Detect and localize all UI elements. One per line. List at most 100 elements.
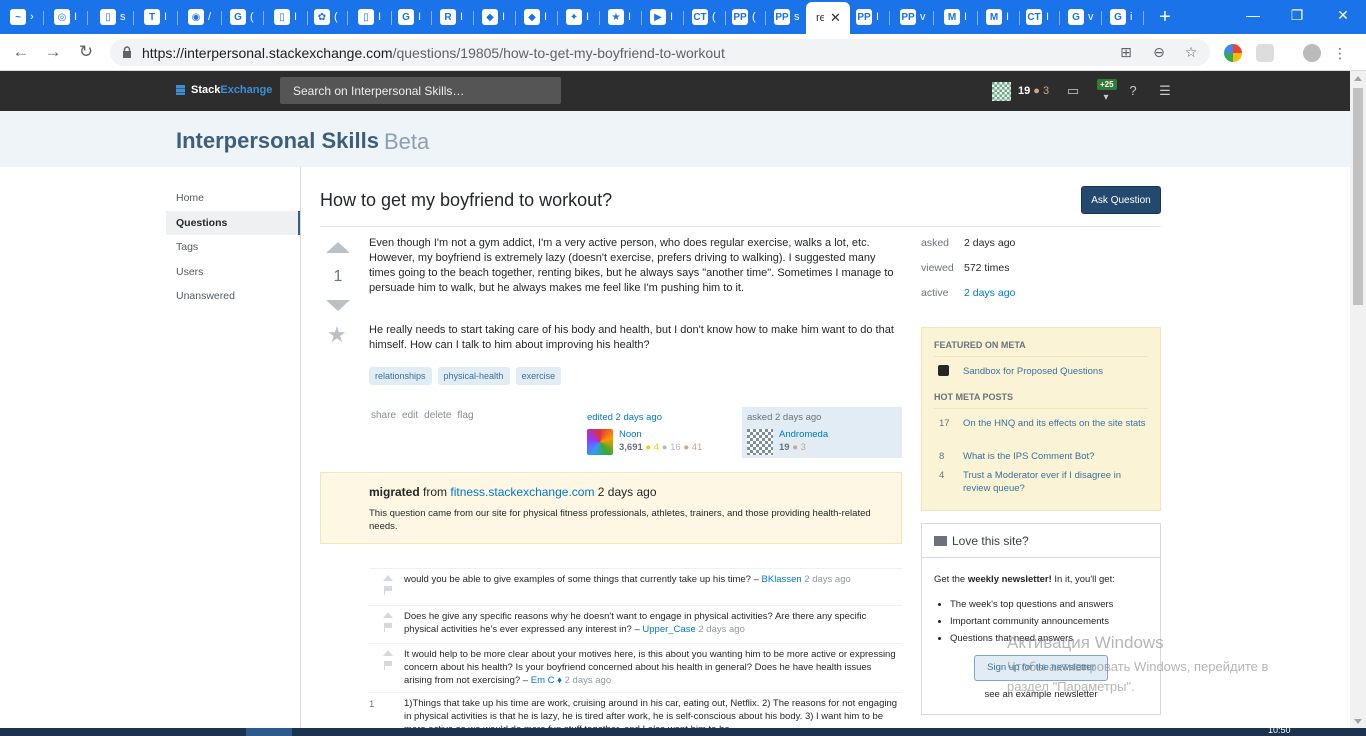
back-icon[interactable]: ← bbox=[11, 42, 31, 62]
extension-2-icon[interactable] bbox=[1256, 44, 1274, 62]
migrated-site-link[interactable]: fitness.stackexchange.com bbox=[450, 485, 594, 499]
browser-tab[interactable]: PP v bbox=[894, 5, 934, 29]
downvote-icon[interactable] bbox=[326, 300, 350, 311]
editor-avatar[interactable] bbox=[587, 429, 613, 455]
browser-tab[interactable]: G( bbox=[224, 5, 264, 29]
page-scrollbar[interactable] bbox=[1350, 71, 1366, 736]
hot-post-link[interactable]: Trust a Moderator ever if I disagree in … bbox=[963, 469, 1151, 495]
achievements-icon[interactable]: ▾ bbox=[1098, 91, 1114, 105]
edited-time-link[interactable]: edited 2 days ago bbox=[582, 412, 732, 423]
scrollbar-thumb[interactable] bbox=[1353, 88, 1363, 305]
active-value[interactable]: 2 days ago bbox=[964, 287, 1015, 299]
asker-avatar[interactable] bbox=[747, 429, 773, 455]
upvote-icon[interactable] bbox=[326, 242, 350, 253]
comment-user[interactable]: Em C ♦ bbox=[531, 675, 562, 686]
flag-link[interactable]: flag bbox=[457, 410, 473, 421]
migrated-when: 2 days ago bbox=[597, 485, 657, 499]
delete-link[interactable]: delete bbox=[424, 410, 451, 421]
migrated-line: migrated from fitness.stackexchange.com … bbox=[369, 485, 657, 499]
browser-tab[interactable]: re ✕ bbox=[806, 2, 850, 34]
browser-tab[interactable]: PP ( bbox=[726, 5, 766, 29]
browser-tab[interactable]: ~ › bbox=[4, 5, 44, 29]
comment-upvote-icon[interactable] bbox=[383, 650, 393, 656]
site-search-input[interactable]: Search on Interpersonal Skills… bbox=[280, 77, 561, 104]
menu-kebab-icon[interactable]: ⋮ bbox=[1331, 44, 1349, 62]
browser-tab[interactable]: ✿( bbox=[308, 5, 348, 29]
comment-flag-icon[interactable] bbox=[384, 661, 392, 670]
help-icon[interactable]: ? bbox=[1125, 84, 1141, 98]
hot-post-link[interactable]: What is the IPS Comment Bot? bbox=[963, 450, 1151, 463]
browser-tab[interactable]: CT I bbox=[1020, 5, 1060, 29]
comment-user[interactable]: Upper_Case bbox=[642, 624, 695, 635]
nav-tags[interactable]: Tags bbox=[166, 235, 301, 260]
tab-title: v bbox=[920, 11, 926, 23]
browser-tab[interactable]: MI bbox=[980, 5, 1020, 29]
close-window-icon[interactable]: ✕ bbox=[1333, 7, 1353, 24]
browser-tab[interactable]: ◉ / bbox=[182, 5, 222, 29]
browser-tab[interactable]: TI bbox=[138, 5, 178, 29]
user-reputation[interactable]: 19 ● 3 bbox=[1018, 85, 1049, 97]
site-name[interactable]: Interpersonal Skills bbox=[176, 128, 379, 154]
scroll-up-arrow-icon[interactable] bbox=[1354, 76, 1362, 81]
question-title[interactable]: How to get my boyfriend to workout? bbox=[320, 190, 612, 211]
share-link[interactable]: share bbox=[371, 410, 396, 421]
tag-exercise[interactable]: exercise bbox=[515, 367, 562, 385]
user-avatar[interactable] bbox=[992, 82, 1011, 101]
browser-tab[interactable]: PP s bbox=[768, 5, 808, 29]
new-tab-button[interactable]: + bbox=[1155, 6, 1175, 29]
browser-tab[interactable]: ▯ s bbox=[94, 5, 134, 29]
forward-icon[interactable]: → bbox=[43, 42, 63, 62]
browser-tab[interactable]: MI bbox=[938, 5, 978, 29]
comment-flag-icon[interactable] bbox=[384, 623, 392, 632]
browser-tab[interactable]: RI bbox=[434, 5, 474, 29]
comment-flag-icon[interactable] bbox=[384, 586, 392, 595]
reload-icon[interactable]: ↻ bbox=[76, 42, 96, 62]
site-switcher-icon[interactable]: ☰ bbox=[1157, 84, 1173, 98]
favorite-star-icon[interactable]: ★ bbox=[327, 322, 347, 348]
tag-physical-health[interactable]: physical-health bbox=[437, 367, 510, 385]
address-bar[interactable]: https://interpersonal.stackexchange.com/… bbox=[110, 39, 1210, 66]
nav-users[interactable]: Users bbox=[166, 260, 301, 285]
browser-tab[interactable]: ▯ I bbox=[268, 5, 308, 29]
comment-upvote-icon[interactable] bbox=[383, 575, 393, 581]
inbox-icon[interactable]: ▭ bbox=[1065, 84, 1081, 98]
zoom-icon[interactable]: ⊖ bbox=[1150, 44, 1168, 61]
bookmark-star-icon[interactable]: ☆ bbox=[1182, 44, 1200, 61]
extension-icon[interactable] bbox=[1224, 44, 1242, 62]
browser-tab[interactable]: ◆ I bbox=[518, 5, 558, 29]
browser-tab[interactable]: ◆ I bbox=[476, 5, 516, 29]
profile-avatar-icon[interactable] bbox=[1303, 44, 1321, 62]
nav-questions[interactable]: Questions bbox=[166, 210, 301, 235]
browser-tab[interactable]: PP I bbox=[850, 5, 890, 29]
url-host: https://interpersonal.stackexchange.com bbox=[142, 45, 393, 61]
tag-relationships[interactable]: relationships bbox=[369, 367, 432, 385]
featured-link[interactable]: Sandbox for Proposed Questions bbox=[963, 365, 1151, 378]
nav-home[interactable]: Home bbox=[166, 186, 301, 211]
browser-tab[interactable]: Gi bbox=[1104, 5, 1144, 29]
editor-name[interactable]: Noon bbox=[619, 429, 642, 440]
browser-tab[interactable]: ▶ I bbox=[644, 5, 684, 29]
browser-tab[interactable]: Gv bbox=[1062, 5, 1102, 29]
achievements-badge[interactable]: +25 bbox=[1097, 79, 1117, 90]
comment-user[interactable]: BKlassen bbox=[762, 574, 802, 585]
browser-tab[interactable]: CT ( bbox=[686, 5, 726, 29]
hot-post-link[interactable]: On the HNQ and its effects on the site s… bbox=[963, 417, 1151, 430]
edit-link[interactable]: edit bbox=[402, 410, 418, 421]
translate-icon[interactable]: ⊞ bbox=[1117, 44, 1135, 61]
close-tab-icon[interactable]: ✕ bbox=[830, 10, 841, 26]
browser-tab[interactable]: GI bbox=[392, 5, 432, 29]
minimize-icon[interactable]: — bbox=[1243, 7, 1263, 23]
restore-icon[interactable]: ❐ bbox=[1287, 7, 1307, 24]
browser-tab[interactable]: ✦ I bbox=[560, 5, 600, 29]
nav-unanswered[interactable]: Unanswered bbox=[166, 284, 301, 309]
browser-tab[interactable]: ◎ I bbox=[48, 5, 88, 29]
hot-post-score: 17 bbox=[939, 418, 950, 429]
browser-tab[interactable]: ▯ I bbox=[352, 5, 392, 29]
scroll-down-arrow-icon[interactable] bbox=[1354, 719, 1362, 724]
comment-upvote-icon[interactable] bbox=[383, 612, 393, 618]
taskbar-active-app[interactable] bbox=[246, 728, 292, 736]
stackexchange-logo[interactable]: Stack Exchange bbox=[176, 84, 272, 96]
browser-tab[interactable]: ★ I bbox=[602, 5, 642, 29]
asker-name[interactable]: Andromeda bbox=[779, 429, 828, 440]
ask-question-button[interactable]: Ask Question bbox=[1081, 186, 1161, 214]
